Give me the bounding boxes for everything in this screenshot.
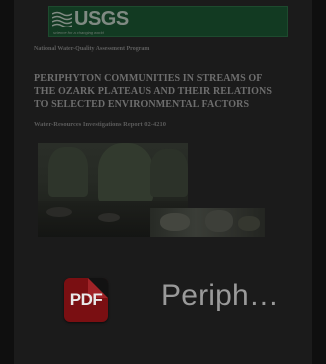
document-title: PERIPHYTON COMMUNITIES IN STREAMS OF THE… bbox=[34, 73, 273, 110]
right-gutter bbox=[312, 0, 326, 364]
usgs-wave-icon bbox=[52, 11, 72, 27]
usgs-wordmark: USGS bbox=[74, 8, 129, 30]
pdf-file-icon[interactable]: PDF bbox=[64, 278, 108, 322]
pdf-badge-label: PDF bbox=[69, 290, 103, 309]
left-gutter bbox=[0, 0, 14, 364]
periphyton-closeup-photo bbox=[150, 208, 265, 237]
report-number: Water-Resources Investigations Report 02… bbox=[34, 121, 166, 128]
program-name: National Water-Quality Assessment Progra… bbox=[34, 46, 150, 52]
file-name[interactable]: Periph… bbox=[161, 279, 279, 313]
usgs-banner: USGS science for a changing world bbox=[48, 6, 288, 37]
pdf-preview-frame: USGS science for a changing world Nation… bbox=[0, 0, 326, 364]
usgs-tagline: science for a changing world bbox=[53, 30, 104, 35]
